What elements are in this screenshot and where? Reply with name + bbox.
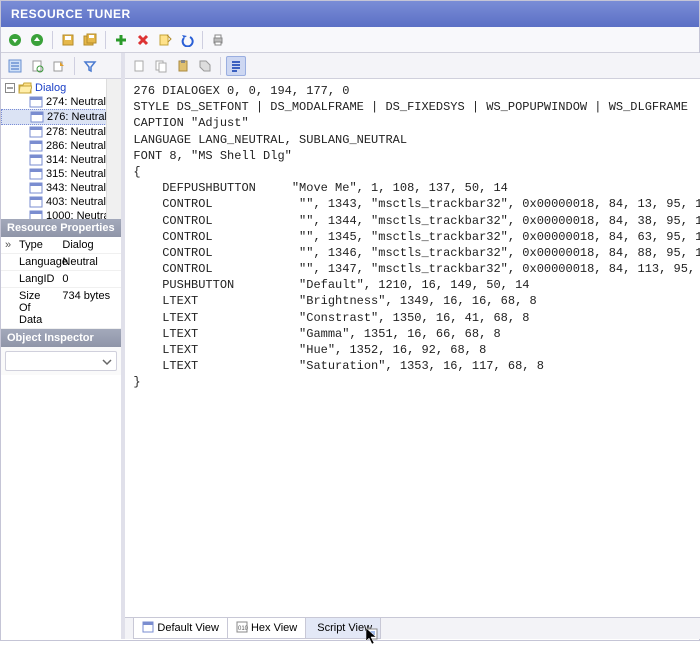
- print-icon[interactable]: [208, 30, 228, 50]
- add-icon[interactable]: [111, 30, 131, 50]
- property-key: Size Of Data: [1, 288, 56, 328]
- tab-label: Hex View: [251, 622, 297, 634]
- copy-icon[interactable]: [151, 56, 171, 76]
- delete-icon[interactable]: [133, 30, 153, 50]
- collapse-icon[interactable]: [5, 83, 15, 93]
- tree-item[interactable]: 314: Neutral: [1, 153, 121, 167]
- dialog-icon: [29, 196, 43, 208]
- dialog-icon: [29, 182, 43, 194]
- main-toolbar: [1, 27, 699, 53]
- tree-item-label: 403: Neutral: [46, 196, 106, 208]
- property-key: Language: [1, 254, 56, 270]
- page-icon[interactable]: [129, 56, 149, 76]
- dialog-icon: [29, 140, 43, 152]
- main-area: Dialog 274: Neutral 276: Neutral 278: Neut…: [1, 53, 699, 639]
- tree-item-label: 278: Neutral: [46, 126, 106, 138]
- view-tab-default-view[interactable]: Default View: [133, 618, 228, 639]
- right-toolbar: [125, 53, 700, 79]
- tree-item-label: 314: Neutral: [46, 154, 106, 166]
- list-icon[interactable]: [5, 56, 25, 76]
- tree-item[interactable]: 278: Neutral: [1, 125, 121, 139]
- up-arrow-icon[interactable]: [27, 30, 47, 50]
- dialog-icon: [30, 111, 44, 123]
- properties-header: Resource Properties: [1, 219, 121, 237]
- separator: [220, 57, 221, 75]
- property-value: Dialog: [56, 237, 121, 253]
- chevron-down-icon: [102, 357, 112, 367]
- property-value: 734 bytes: [56, 288, 121, 328]
- separator: [105, 31, 106, 49]
- save-icon[interactable]: [58, 30, 78, 50]
- separator: [202, 31, 203, 49]
- svg-text:010: 010: [238, 626, 248, 632]
- paste-icon[interactable]: [173, 56, 193, 76]
- down-arrow-icon[interactable]: [5, 30, 25, 50]
- view-tab-hex-view[interactable]: 010Hex View: [227, 618, 306, 639]
- scrollbar[interactable]: [106, 79, 121, 219]
- folder-open-icon: [18, 82, 32, 94]
- app-title: RESOURCE TUNER: [11, 7, 131, 21]
- inspector-dropdown[interactable]: [5, 351, 117, 371]
- tree-item-label: 274: Neutral: [46, 96, 106, 108]
- script-view[interactable]: 276 DIALOGEX 0, 0, 194, 177, 0 STYLE DS_…: [125, 79, 700, 617]
- tree-item-label: 315: Neutral: [46, 168, 106, 180]
- edit-icon[interactable]: [155, 30, 175, 50]
- tree-item[interactable]: 343: Neutral: [1, 181, 121, 195]
- view-tab-script-view[interactable]: Script View: [305, 618, 381, 639]
- tree-root-label: Dialog: [35, 82, 66, 94]
- inspector-body: [1, 347, 121, 375]
- separator: [52, 31, 53, 49]
- dialog-icon: [29, 210, 43, 219]
- view-tabs: Default View 010Hex View Script View: [125, 617, 700, 639]
- property-value: 0: [56, 271, 121, 287]
- tree-item[interactable]: 276: Neutral: [1, 109, 121, 125]
- page-icon[interactable]: [27, 56, 47, 76]
- property-row[interactable]: TypeDialog: [1, 237, 121, 254]
- undo-icon[interactable]: [177, 30, 197, 50]
- inspector-header: Object Inspector: [1, 329, 121, 347]
- tab-icon: 010: [236, 621, 248, 636]
- inspector-content: [1, 375, 121, 639]
- right-column: 276 DIALOGEX 0, 0, 194, 177, 0 STYLE DS_…: [125, 53, 700, 639]
- property-row[interactable]: LanguageNeutral: [1, 254, 121, 271]
- tree-item[interactable]: 274: Neutral: [1, 95, 121, 109]
- tree-item-label: 1000: Neutral: [46, 210, 112, 219]
- save-all-icon[interactable]: [80, 30, 100, 50]
- dialog-icon: [29, 154, 43, 166]
- property-key: Type: [1, 237, 56, 253]
- separator: [74, 57, 75, 75]
- tab-label: Script View: [317, 622, 372, 634]
- tree-item[interactable]: 1000: Neutral: [1, 209, 121, 219]
- property-key: LangID: [1, 271, 56, 287]
- paragraph-icon[interactable]: [226, 56, 246, 76]
- properties-grid: TypeDialogLanguageNeutralLangID0Size Of …: [1, 237, 121, 329]
- filter-icon[interactable]: [80, 56, 100, 76]
- property-row[interactable]: Size Of Data734 bytes: [1, 288, 121, 329]
- tag-icon[interactable]: [195, 56, 215, 76]
- tree-item-label: 343: Neutral: [46, 182, 106, 194]
- dialog-icon: [29, 96, 43, 108]
- resource-tree[interactable]: Dialog 274: Neutral 276: Neutral 278: Neut…: [1, 79, 121, 219]
- tree-item[interactable]: 403: Neutral: [1, 195, 121, 209]
- dialog-icon: [29, 126, 43, 138]
- left-column: Dialog 274: Neutral 276: Neutral 278: Neut…: [1, 53, 125, 639]
- tree-item-label: 286: Neutral: [46, 140, 106, 152]
- tree-item-label: 276: Neutral: [47, 111, 107, 123]
- property-row[interactable]: LangID0: [1, 271, 121, 288]
- left-toolbar: [1, 53, 121, 79]
- tree-item[interactable]: 286: Neutral: [1, 139, 121, 153]
- title-bar: RESOURCE TUNER: [1, 1, 699, 27]
- tab-label: Default View: [157, 622, 219, 634]
- tree-item[interactable]: 315: Neutral: [1, 167, 121, 181]
- dialog-icon: [29, 168, 43, 180]
- export-icon[interactable]: [49, 56, 69, 76]
- tree-root[interactable]: Dialog: [1, 81, 121, 95]
- tab-icon: [142, 621, 154, 636]
